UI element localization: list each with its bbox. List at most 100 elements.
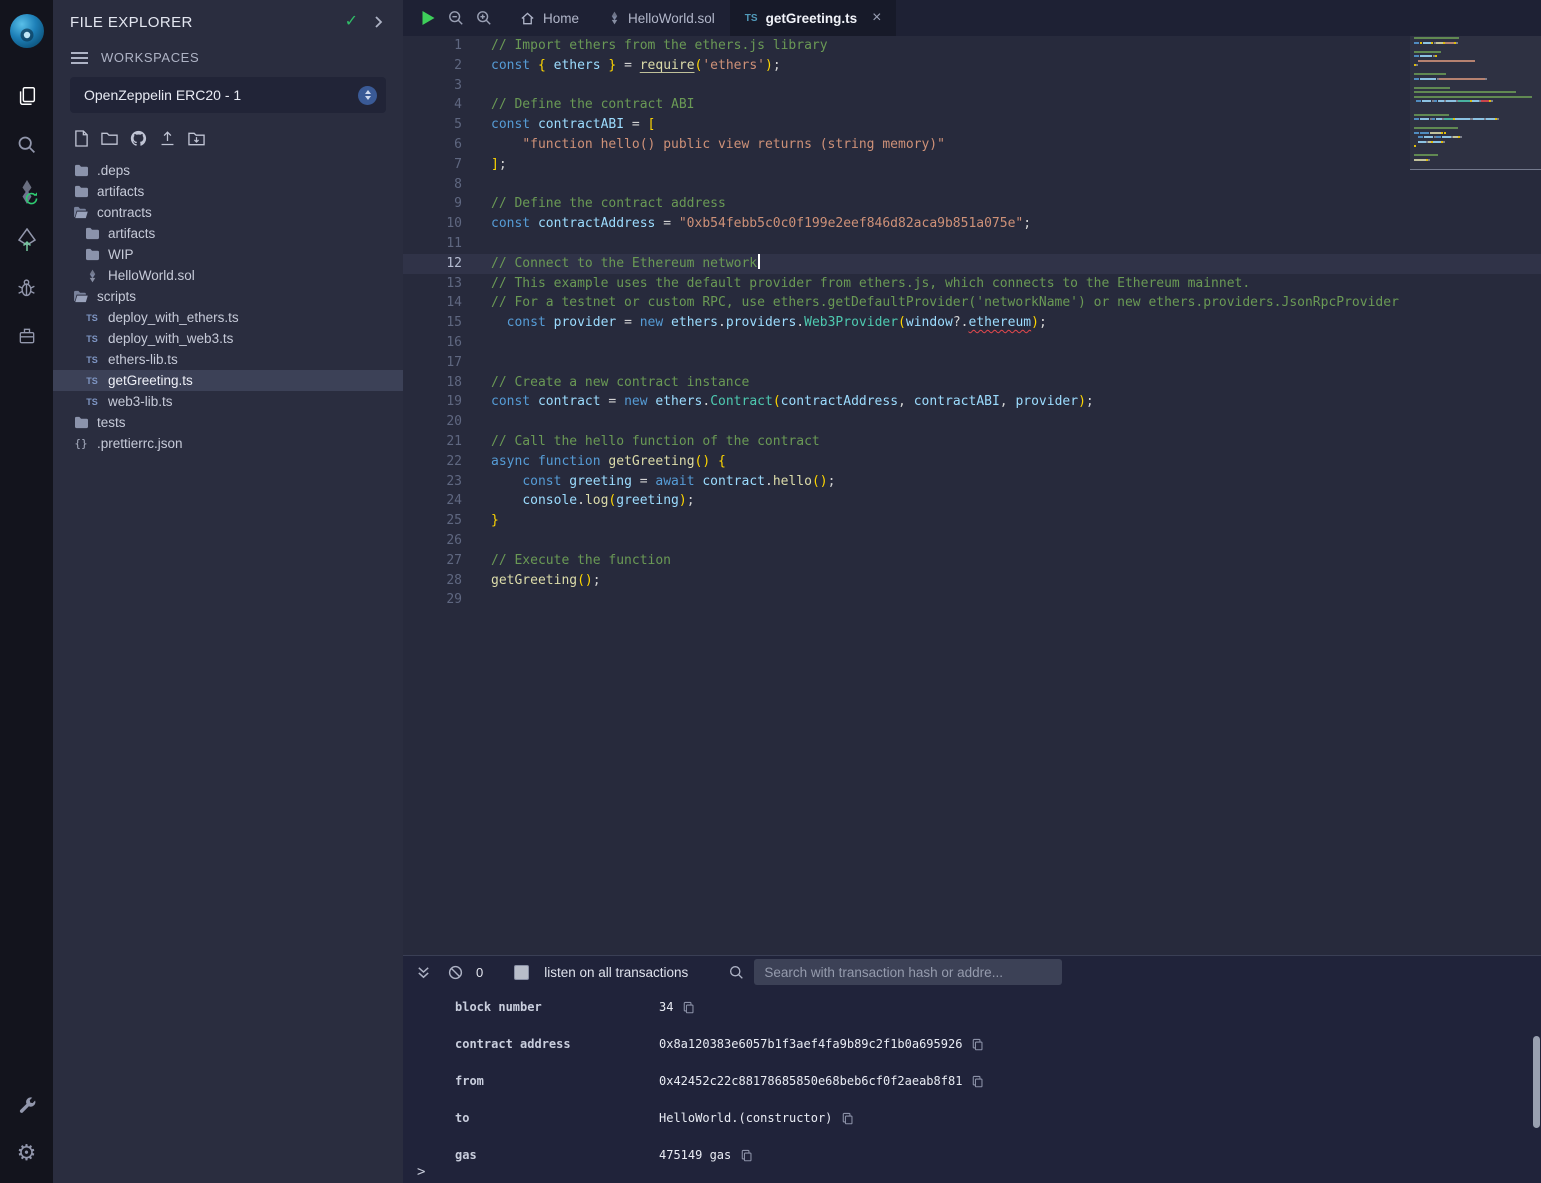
deploy-run-icon[interactable] (0, 216, 53, 264)
line-number: 7 (403, 155, 462, 175)
minimap[interactable] (1414, 36, 1532, 955)
code-line-5: 5const contractABI = [ (403, 115, 1541, 135)
tx-detail-row: gas475149 gas (455, 1148, 1541, 1183)
copy-icon[interactable] (841, 1112, 854, 1125)
tx-detail-label: gas (455, 1148, 659, 1162)
line-number: 25 (403, 511, 462, 531)
code-line-26: 26 (403, 531, 1541, 551)
tree-item-artifacts[interactable]: artifacts (53, 223, 403, 244)
collapse-chevron-icon[interactable] (374, 15, 383, 29)
workspace-select-arrows-icon (358, 86, 377, 105)
upload-icon[interactable] (159, 130, 176, 147)
tree-item-.prettierrc.json[interactable]: {}.prettierrc.json (53, 433, 403, 454)
new-folder-icon[interactable] (101, 131, 118, 146)
line-number: 8 (403, 175, 462, 195)
tab-list: Home HelloWorld.solTSgetGreeting.ts× (505, 0, 896, 36)
icon-bar-bottom: ⚙ (0, 1081, 53, 1177)
code-line-16: 16 (403, 333, 1541, 353)
tree-item-tests[interactable]: tests (53, 412, 403, 433)
clear-console-icon[interactable] (448, 965, 463, 980)
line-text: // Import ethers from the ethers.js libr… (462, 36, 828, 56)
zoom-in-icon[interactable] (476, 10, 492, 26)
line-number: 26 (403, 531, 462, 551)
run-script-button[interactable] (421, 10, 436, 26)
line-text (462, 234, 491, 254)
copy-icon[interactable] (971, 1075, 984, 1088)
copy-icon[interactable] (740, 1149, 753, 1162)
tree-item-contracts[interactable]: contracts (53, 202, 403, 223)
code-line-20: 20 (403, 412, 1541, 432)
tools-icon[interactable] (0, 1081, 53, 1129)
tab-HelloWorld.sol[interactable]: HelloWorld.sol (594, 0, 730, 36)
line-number: 13 (403, 274, 462, 294)
new-file-icon[interactable] (74, 130, 89, 147)
explorer-header: FILE EXPLORER ✓ (53, 9, 403, 35)
code-editor[interactable]: 1// Import ethers from the ethers.js lib… (403, 36, 1541, 955)
copy-icon[interactable] (682, 1001, 695, 1014)
terminal-scrollbar-thumb[interactable] (1533, 1036, 1540, 1128)
collapse-terminal-icon[interactable] (416, 965, 431, 980)
zoom-out-icon[interactable] (448, 10, 464, 26)
tx-detail-row: block number34 (455, 1000, 1541, 1037)
confirm-check-icon[interactable]: ✓ (345, 14, 358, 30)
tree-item-scripts[interactable]: scripts (53, 286, 403, 307)
settings-gear-icon[interactable]: ⚙ (0, 1129, 53, 1177)
code-line-23: 23 const greeting = await contract.hello… (403, 472, 1541, 492)
plugin-manager-icon[interactable] (0, 312, 53, 360)
copy-icon[interactable] (971, 1038, 984, 1051)
line-text: const contractAddress = "0xb54febb5c0c0f… (462, 214, 1031, 234)
tx-detail-row: toHelloWorld.(constructor) (455, 1111, 1541, 1148)
line-number: 15 (403, 313, 462, 333)
main-column: Home HelloWorld.solTSgetGreeting.ts× 1// … (403, 0, 1541, 1183)
code-line-2: 2const { ethers } = require('ethers'); (403, 56, 1541, 76)
tab-Home[interactable]: Home (505, 0, 594, 36)
code-line-29: 29 (403, 590, 1541, 610)
tree-item-.deps[interactable]: .deps (53, 160, 403, 181)
close-tab-icon[interactable]: × (872, 10, 881, 26)
solidity-compiler-icon[interactable] (0, 168, 53, 216)
text-cursor (758, 254, 760, 269)
github-icon[interactable] (130, 130, 147, 147)
tx-detail-value: 475149 gas (659, 1148, 753, 1162)
tree-item-getGreeting.ts[interactable]: TSgetGreeting.ts (53, 370, 403, 391)
tx-detail-value: 0x42452c22c88178685850e68beb6cf0f2aeab8f… (659, 1074, 984, 1088)
file-explorer-icon[interactable] (0, 72, 53, 120)
workspace-select[interactable]: OpenZeppelin ERC20 - 1 (70, 77, 386, 113)
line-number: 17 (403, 353, 462, 373)
icon-bar: ⚙ (0, 0, 53, 1183)
tree-item-HelloWorld.sol[interactable]: HelloWorld.sol (53, 265, 403, 286)
tree-item-ethers-lib.ts[interactable]: TSethers-lib.ts (53, 349, 403, 370)
remix-ide: ⚙ FILE EXPLORER ✓ WORKSPACES OpenZeppeli… (0, 0, 1541, 1183)
line-number: 2 (403, 56, 462, 76)
workspaces-menu-icon[interactable] (71, 52, 88, 64)
tx-detail-label: contract address (455, 1037, 659, 1051)
tree-item-label: artifacts (97, 184, 144, 199)
ts-icon: TS (84, 313, 100, 323)
code-line-11: 11 (403, 234, 1541, 254)
code-lines: 1// Import ethers from the ethers.js lib… (403, 36, 1541, 610)
tree-item-deploy_with_web3.ts[interactable]: TSdeploy_with_web3.ts (53, 328, 403, 349)
tree-item-artifacts[interactable]: artifacts (53, 181, 403, 202)
import-folder-icon[interactable] (188, 131, 205, 147)
tab-getGreeting.ts[interactable]: TSgetGreeting.ts× (730, 0, 897, 36)
tab-label: Home (543, 11, 579, 26)
folder-open-icon (73, 290, 89, 303)
debugger-icon[interactable] (0, 264, 53, 312)
line-text: // Execute the function (462, 551, 671, 571)
tree-item-label: tests (97, 415, 126, 430)
folder-icon (73, 164, 89, 177)
search-icon[interactable] (0, 120, 53, 168)
tree-item-deploy_with_ethers.ts[interactable]: TSdeploy_with_ethers.ts (53, 307, 403, 328)
ts-icon: TS (84, 397, 100, 407)
line-text: const contract = new ethers.Contract(con… (462, 392, 1094, 412)
tree-item-WIP[interactable]: WIP (53, 244, 403, 265)
line-text: async function getGreeting() { (462, 452, 726, 472)
tree-item-web3-lib.ts[interactable]: TSweb3-lib.ts (53, 391, 403, 412)
ts-icon: TS (84, 376, 100, 386)
listen-transactions-checkbox[interactable] (514, 965, 529, 980)
terminal-search-input[interactable] (754, 959, 1062, 985)
line-text: } (462, 511, 499, 531)
line-number: 20 (403, 412, 462, 432)
line-text (462, 333, 491, 353)
tx-detail-row: from0x42452c22c88178685850e68beb6cf0f2ae… (455, 1074, 1541, 1111)
